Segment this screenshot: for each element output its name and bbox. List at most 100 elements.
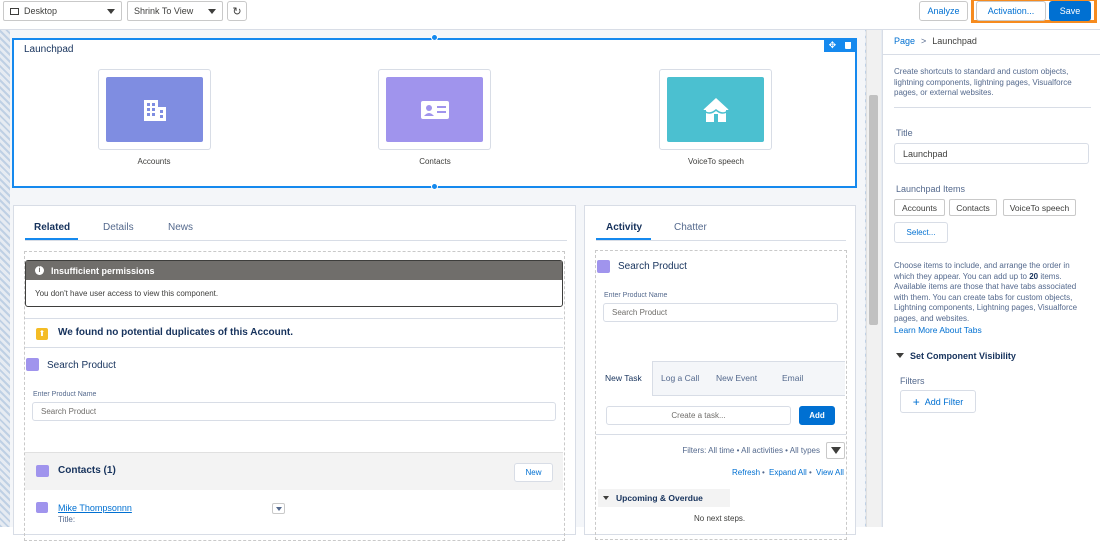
search-product-icon: [597, 260, 610, 273]
launchpad-items-label: Launchpad Items: [896, 184, 966, 194]
view-all-link[interactable]: View All: [816, 468, 844, 477]
title-field-label: Title: [896, 128, 913, 138]
delete-icon[interactable]: [845, 42, 852, 49]
search-product-icon: [26, 358, 39, 371]
help-text-max: 20: [1029, 271, 1039, 281]
launchpad-title: Launchpad: [24, 44, 74, 55]
activity-filters-text: Filters: All time • All activities • All…: [682, 446, 820, 455]
breadcrumb: Page > Launchpad: [894, 36, 977, 46]
link-separator: •: [762, 468, 765, 477]
breadcrumb-page-link[interactable]: Page: [894, 36, 915, 46]
launchpad-tile-label: Accounts: [137, 157, 171, 166]
new-contact-button[interactable]: New: [514, 463, 553, 482]
analyze-button[interactable]: Analyze: [919, 1, 968, 21]
canvas-scrollbar-thumb[interactable]: [869, 95, 878, 325]
desktop-icon: [10, 7, 19, 15]
tab-new-event[interactable]: New Event: [716, 373, 757, 383]
zoom-select[interactable]: Shrink To View: [127, 1, 223, 21]
search-product-label: Enter Product Name: [33, 391, 97, 398]
search-product-label: Enter Product Name: [604, 292, 668, 299]
launchpad-tile-voiceto-speech[interactable]: [659, 69, 772, 150]
refresh-icon: ↻: [232, 5, 242, 18]
resize-handle-top[interactable]: [431, 34, 438, 41]
permissions-warning: i Insufficient permissions You don't hav…: [25, 260, 563, 307]
title-field-input[interactable]: Launchpad: [894, 143, 1089, 164]
save-button-label: Save: [1059, 6, 1081, 16]
refresh-button[interactable]: ↻: [227, 1, 247, 21]
duplicates-text: We found no potential duplicates of this…: [58, 327, 293, 338]
add-task-button[interactable]: Add: [799, 406, 835, 425]
chevron-down-icon: [603, 496, 609, 500]
contacts-tile-background: [386, 77, 483, 142]
add-filter-button[interactable]: + Add Filter: [900, 390, 976, 413]
contact-title-field: Title:: [58, 515, 76, 524]
search-product-input[interactable]: Search Product: [603, 303, 838, 322]
device-select[interactable]: Desktop: [3, 1, 122, 21]
chevron-down-icon: [107, 9, 115, 14]
properties-divider: [882, 54, 1100, 55]
zoom-select-label: Shrink To View: [134, 6, 194, 16]
create-task-input[interactable]: Create a task...: [606, 406, 791, 425]
contacts-title: Contacts (1): [58, 465, 116, 476]
duplicate-icon: ⬆: [36, 328, 48, 340]
chevron-down-icon: [896, 353, 904, 358]
tab-news[interactable]: News: [168, 222, 193, 233]
tab-divider: [596, 240, 846, 241]
select-items-button[interactable]: Select...: [894, 222, 948, 243]
component-actions: ✥: [824, 39, 856, 52]
activity-divider: [596, 434, 846, 435]
activation-button[interactable]: Activation...: [976, 1, 1046, 21]
activity-filter-button[interactable]: [826, 442, 845, 459]
learn-more-tabs-link[interactable]: Learn More About Tabs: [894, 325, 1092, 336]
upcoming-section-title: Upcoming & Overdue: [616, 493, 703, 503]
tab-email[interactable]: Email: [782, 373, 803, 383]
visibility-section-header[interactable]: Set Component Visibility: [896, 351, 1016, 361]
contacts-header: Contacts (1) New: [25, 452, 563, 490]
tab-related[interactable]: Related: [34, 222, 70, 233]
device-select-label: Desktop: [24, 6, 58, 16]
launchpad-tile-label: Contacts: [419, 157, 451, 166]
add-filter-label: Add Filter: [924, 396, 964, 407]
launchpad-help-text: Choose items to include, and arrange the…: [894, 261, 1092, 336]
building-icon: [143, 99, 166, 121]
info-icon: i: [35, 266, 44, 275]
tab-new-task[interactable]: New Task: [605, 373, 642, 383]
no-next-steps-text: No next steps.: [694, 514, 746, 523]
launchpad-tile-contacts[interactable]: [378, 69, 491, 150]
resize-handle-bottom[interactable]: [431, 183, 438, 190]
tab-log-a-call[interactable]: Log a Call: [661, 373, 699, 383]
contact-name-link[interactable]: Mike Thompsonnn: [58, 503, 132, 513]
permissions-warning-text: You don't have user access to view this …: [35, 289, 219, 298]
save-button[interactable]: Save: [1049, 1, 1091, 21]
search-product-title: Search Product: [618, 261, 687, 272]
upcoming-section-header[interactable]: Upcoming & Overdue: [598, 489, 730, 507]
breadcrumb-current: Launchpad: [932, 36, 977, 46]
expand-all-link[interactable]: Expand All: [769, 468, 807, 477]
analyze-button-label: Analyze: [927, 6, 960, 16]
chevron-down-icon: [208, 9, 216, 14]
move-icon[interactable]: ✥: [829, 40, 837, 51]
launchpad-item-voiceto-speech[interactable]: VoiceTo speech: [1003, 199, 1076, 216]
refresh-link[interactable]: Refresh: [732, 468, 760, 477]
top-toolbar: Desktop Shrink To View ↻ Analyze Activat…: [0, 0, 1100, 30]
properties-divider: [894, 107, 1091, 108]
component-description: Create shortcuts to standard and custom …: [894, 67, 1072, 97]
launchpad-tile-accounts[interactable]: [98, 69, 211, 150]
plus-icon: +: [912, 394, 920, 409]
house-icon: [701, 97, 730, 122]
tab-chatter[interactable]: Chatter: [674, 222, 707, 233]
permissions-warning-title: Insufficient permissions: [51, 265, 155, 276]
search-product-input[interactable]: Search Product: [32, 402, 556, 421]
tab-activity[interactable]: Activity: [606, 222, 642, 233]
tab-details[interactable]: Details: [103, 222, 134, 233]
launchpad-item-contacts[interactable]: Contacts: [949, 199, 997, 216]
permissions-warning-header: i Insufficient permissions: [26, 261, 562, 280]
contact-row-menu[interactable]: [272, 503, 285, 514]
launchpad-tile-label: VoiceTo speech: [687, 157, 745, 166]
contact-card-icon: [36, 465, 49, 477]
launchpad-item-accounts[interactable]: Accounts: [894, 199, 945, 216]
contact-card-icon: [36, 502, 48, 513]
filter-icon: [831, 447, 841, 454]
activation-button-label: Activation...: [987, 6, 1035, 16]
breadcrumb-separator-icon: >: [921, 36, 927, 46]
